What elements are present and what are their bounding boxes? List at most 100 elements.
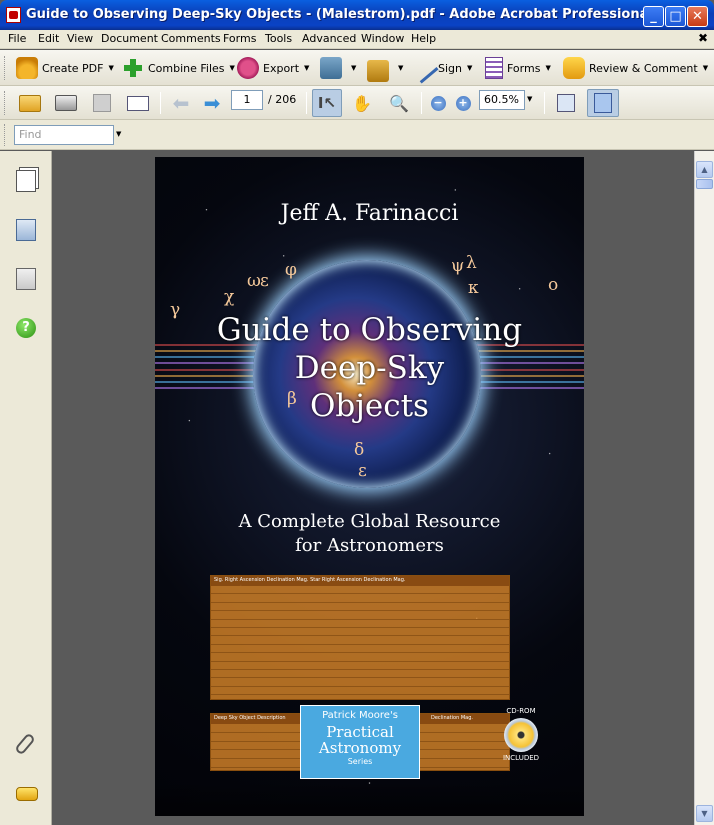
forms-icon <box>485 57 503 79</box>
hand-icon: ✋ <box>352 93 372 113</box>
menu-comments[interactable]: Comments <box>161 32 221 45</box>
pages-icon[interactable] <box>16 170 36 192</box>
bookmarks-icon[interactable] <box>16 219 36 241</box>
next-page-button[interactable]: ➡ <box>199 90 225 116</box>
comments-icon[interactable] <box>16 787 38 801</box>
toolbar-separator <box>160 92 161 114</box>
page-number-input[interactable]: 1 <box>231 90 263 110</box>
save-button[interactable] <box>89 90 115 116</box>
chevron-down-icon: ▼ <box>351 64 357 72</box>
acrobat-app-icon[interactable] <box>6 7 21 23</box>
find-dropdown-icon[interactable]: ▼ <box>116 130 121 138</box>
greek-letter: ε <box>358 461 367 481</box>
tasks-toolbar: Create PDF ▼ Combine Files ▼ Export ▼ ▼ … <box>0 50 714 86</box>
menu-view[interactable]: View <box>67 32 93 45</box>
chevron-down-icon: ▼ <box>108 64 114 72</box>
email-button[interactable] <box>125 90 151 116</box>
secure-button[interactable]: ▼ <box>367 57 404 82</box>
toolbar-separator <box>421 92 422 114</box>
toolbar-separator <box>306 92 307 114</box>
save-icon <box>93 94 111 112</box>
text-cursor-icon: I↖ <box>317 94 337 112</box>
chevron-down-icon: ▼ <box>304 64 310 72</box>
select-tool-button[interactable]: I↖ <box>312 89 342 117</box>
greek-letter: ψ <box>451 256 465 276</box>
book-subtitle-line-2: for Astronomers <box>295 535 444 556</box>
scroll-down-button[interactable]: ▼ <box>696 805 713 822</box>
chevron-down-icon: ▼ <box>467 64 473 72</box>
review-comment-label: Review & Comment <box>589 61 698 75</box>
toolbar-grip[interactable] <box>4 91 7 115</box>
window-title: Guide to Observing Deep-Sky Objects - (M… <box>26 7 653 22</box>
zoom-in-button[interactable]: + <box>450 90 476 116</box>
hand-tool-button[interactable]: ✋ <box>349 90 375 116</box>
series-label: Series <box>347 757 373 766</box>
chevron-down-icon: ▼ <box>398 64 404 72</box>
previous-page-button[interactable]: ⬅ <box>168 90 194 116</box>
marquee-zoom-button[interactable]: 🔍 <box>386 90 412 116</box>
scroll-thumb[interactable] <box>696 179 713 189</box>
zoom-out-button[interactable]: − <box>425 90 451 116</box>
export-icon <box>237 57 259 79</box>
review-comment-button[interactable]: Review & Comment ▼ <box>563 57 708 79</box>
menu-forms[interactable]: Forms <box>223 32 256 45</box>
scroll-up-button[interactable]: ▲ <box>696 161 713 178</box>
menu-window[interactable]: Window <box>361 32 404 45</box>
book-author: Jeff A. Farinacci <box>280 201 459 226</box>
menu-help[interactable]: Help <box>411 32 436 45</box>
forms-label: Forms <box>507 61 541 75</box>
paperclip-icon[interactable] <box>14 732 36 756</box>
minimize-button[interactable]: _ <box>643 6 664 27</box>
vertical-scrollbar[interactable]: ▲ ▼ <box>694 151 714 825</box>
maximize-button[interactable]: □ <box>665 6 686 27</box>
menu-advanced[interactable]: Advanced <box>302 32 356 45</box>
series-publisher: Patrick Moore's <box>322 710 398 721</box>
menu-document[interactable]: Document <box>101 32 158 45</box>
toolbar-grip[interactable] <box>4 56 7 80</box>
printer-icon <box>55 95 77 111</box>
book-title-line-1: Guide to Observing <box>216 312 523 348</box>
fit-width-button[interactable] <box>553 90 579 116</box>
arrow-right-icon: ➡ <box>203 91 221 115</box>
greek-letter: ω <box>247 271 261 291</box>
book-cover-page: Jeff A. Farinacci ω ε φ χ γ ψ λ κ ο β δ … <box>155 157 584 816</box>
help-icon[interactable]: ? <box>16 318 36 338</box>
fit-page-button[interactable] <box>587 89 619 117</box>
document-close-icon[interactable]: ✖ <box>698 31 708 45</box>
star-table-header: Sig. Right Ascension Declination Mag. St… <box>214 577 406 583</box>
page-count: / 206 <box>268 93 297 106</box>
menu-edit[interactable]: Edit <box>38 32 59 45</box>
signatures-icon[interactable] <box>16 268 36 290</box>
greek-letter: κ <box>468 278 479 298</box>
find-input[interactable]: Find <box>14 125 114 145</box>
export-button[interactable]: Export ▼ <box>237 57 309 79</box>
zoom-out-icon: − <box>430 95 446 111</box>
share-icon <box>320 57 342 79</box>
greek-letter: λ <box>466 253 477 273</box>
create-pdf-icon <box>16 57 38 79</box>
dso-table-header-right: Declination Mag. <box>431 715 473 721</box>
greek-letter: ε <box>260 271 269 291</box>
toolbar-separator <box>544 92 545 114</box>
menu-tools[interactable]: Tools <box>265 32 292 45</box>
print-button[interactable] <box>53 90 79 116</box>
close-button[interactable]: ✕ <box>687 6 708 27</box>
toolbar-grip[interactable] <box>4 124 7 146</box>
secure-share-button[interactable]: ▼ <box>320 57 356 79</box>
menu-file[interactable]: File <box>8 32 26 45</box>
folder-icon <box>19 94 41 112</box>
zoom-dropdown-icon[interactable]: ▼ <box>527 95 532 103</box>
zoom-input[interactable]: 60.5% <box>479 90 525 110</box>
create-pdf-button[interactable]: Create PDF ▼ <box>16 57 114 79</box>
cd-disc-icon <box>504 718 538 752</box>
book-title-line-2: Deep-Sky <box>294 350 445 386</box>
review-comment-icon <box>563 57 585 79</box>
forms-button[interactable]: Forms ▼ <box>485 57 551 79</box>
greek-letter: δ <box>354 440 365 460</box>
chevron-down-icon: ▼ <box>229 64 235 72</box>
combine-files-button[interactable]: Combine Files ▼ <box>122 57 235 79</box>
book-subtitle-line-1: A Complete Global Resource <box>238 511 501 532</box>
greek-letter: χ <box>224 287 235 307</box>
open-button[interactable] <box>17 90 43 116</box>
sign-button[interactable]: Sign ▼ <box>407 52 473 84</box>
